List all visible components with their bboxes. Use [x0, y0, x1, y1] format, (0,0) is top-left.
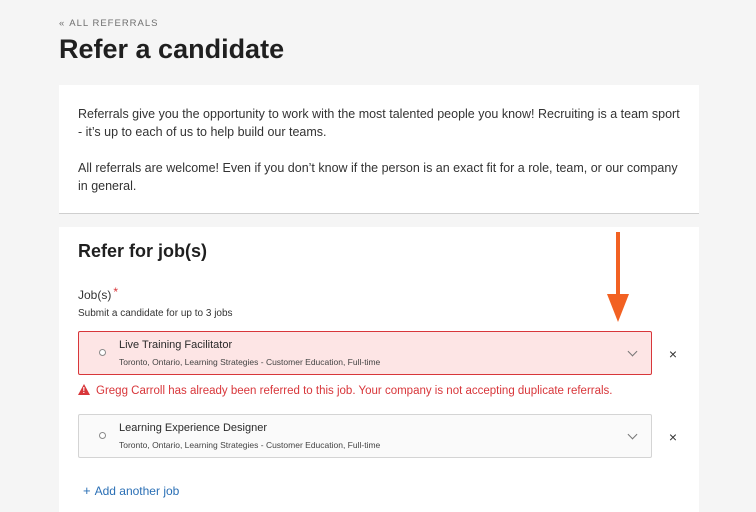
chevron-down-icon — [627, 429, 638, 440]
required-asterisk: * — [113, 285, 119, 299]
refer-jobs-card: Refer for job(s) Job(s) * Submit a candid… — [59, 227, 699, 512]
intro-paragraph-1: Referrals give you the opportunity to wo… — [78, 107, 680, 139]
jobs-field-label: Job(s) * — [78, 285, 119, 302]
add-another-job-label: Add another job — [94, 484, 180, 498]
jobs-field-hint: Submit a candidate for up to 3 jobs — [78, 308, 233, 319]
radio-circle-icon — [99, 349, 106, 356]
job-meta: Toronto, Ontario, Learning Strategies - … — [119, 357, 381, 367]
remove-job-2-button[interactable]: × — [667, 429, 679, 445]
annotation-arrow-down-icon — [607, 232, 629, 322]
plus-icon: + — [83, 483, 91, 498]
intro-paragraph-2: All referrals are welcome! Even if you d… — [78, 161, 678, 193]
job-meta: Toronto, Ontario, Learning Strategies - … — [119, 440, 381, 450]
page-title: Refer a candidate — [59, 34, 285, 64]
back-link-label: ALL REFERRALS — [69, 18, 159, 29]
jobs-label-text: Job(s) — [78, 288, 112, 302]
add-another-job-link[interactable]: + Add another job — [83, 483, 179, 498]
remove-job-1-button[interactable]: × — [667, 346, 679, 362]
section-title: Refer for job(s) — [78, 241, 208, 261]
job-select-1[interactable]: Live Training Facilitator Toronto, Ontar… — [78, 331, 652, 375]
radio-circle-icon — [99, 432, 106, 439]
back-to-referrals-link[interactable]: «ALL REFERRALS — [59, 18, 159, 29]
job-select-2[interactable]: Learning Experience Designer Toronto, On… — [78, 414, 652, 458]
chevron-down-icon — [627, 346, 638, 357]
double-chevron-left-icon: « — [59, 18, 66, 29]
job-title: Learning Experience Designer — [119, 422, 267, 434]
intro-card: Referrals give you the opportunity to wo… — [59, 85, 699, 214]
error-text: Gregg Carroll has already been referred … — [96, 385, 613, 397]
duplicate-referral-error: ! Gregg Carroll has already been referred… — [78, 383, 613, 397]
warning-icon: ! — [78, 384, 90, 395]
job-title: Live Training Facilitator — [119, 339, 233, 351]
